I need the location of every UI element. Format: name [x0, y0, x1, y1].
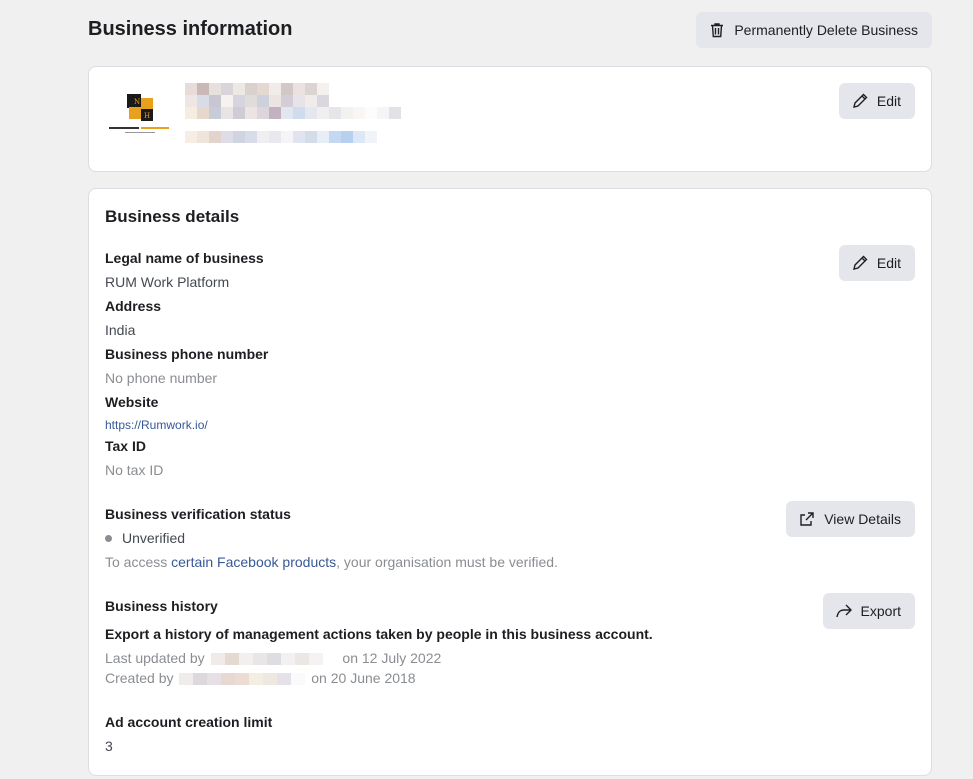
export-label: Export — [860, 603, 901, 619]
last-updated-suffix: on 12 July 2022 — [342, 650, 442, 666]
pencil-icon — [852, 93, 868, 108]
address-label: Address — [105, 298, 162, 314]
ad-account-limit-value: 3 — [105, 738, 113, 754]
website-link[interactable]: https://Rumwork.io/ — [105, 418, 208, 432]
tax-id-label: Tax ID — [105, 438, 146, 454]
facebook-products-link[interactable]: certain Facebook products — [171, 554, 336, 570]
business-profile-card: N H Edit — [88, 66, 932, 172]
page-title: Business information — [88, 18, 293, 40]
website-label: Website — [105, 394, 159, 410]
blurred-business-name-2 — [185, 95, 329, 107]
view-details-button[interactable]: View Details — [786, 501, 915, 537]
verification-note-suffix: , your organisation must be verified. — [336, 554, 558, 570]
permanently-delete-business-button[interactable]: Permanently Delete Business — [696, 12, 932, 48]
delete-button-label: Permanently Delete Business — [734, 22, 918, 38]
business-history-label: Business history — [105, 598, 218, 614]
tax-id-value: No tax ID — [105, 462, 164, 478]
blurred-creator-name — [179, 673, 306, 686]
external-link-icon — [800, 512, 814, 526]
legal-name-value: RUM Work Platform — [105, 274, 230, 290]
blurred-updater-name — [210, 653, 337, 666]
phone-value: No phone number — [105, 370, 218, 386]
ad-account-limit-label: Ad account creation limit — [105, 714, 273, 730]
address-value: India — [105, 322, 136, 338]
last-updated-line: Last updated by on 12 July 2022 — [105, 650, 441, 666]
business-logo: N H — [109, 94, 169, 133]
business-details-card: Business details Edit Legal name of busi… — [88, 188, 932, 776]
section-title: Business details — [105, 207, 240, 226]
edit-profile-button[interactable]: Edit — [838, 83, 915, 119]
blurred-business-name — [185, 83, 329, 95]
verification-status-label: Business verification status — [105, 506, 291, 522]
blurred-business-address — [185, 107, 413, 119]
page-header: Business information Permanently Delete … — [88, 12, 932, 48]
last-updated-prefix: Last updated by — [105, 650, 205, 666]
verification-note: To access certain Facebook products, you… — [105, 554, 558, 570]
created-prefix: Created by — [105, 670, 174, 686]
pencil-icon — [852, 255, 868, 270]
edit-label: Edit — [876, 255, 901, 271]
blurred-business-contact — [185, 131, 401, 143]
export-button[interactable]: Export — [822, 593, 915, 629]
edit-label: Edit — [876, 93, 901, 109]
verification-status: Unverified — [105, 530, 185, 546]
edit-details-button[interactable]: Edit — [838, 245, 915, 281]
created-suffix: on 20 June 2018 — [311, 670, 416, 686]
svg-text:H: H — [144, 112, 150, 120]
status-dot — [105, 534, 112, 542]
created-line: Created by on 20 June 2018 — [105, 670, 416, 686]
svg-text:N: N — [134, 98, 140, 106]
verification-status-value: Unverified — [122, 530, 186, 546]
view-details-label: View Details — [824, 511, 901, 527]
legal-name-label: Legal name of business — [105, 250, 264, 266]
trash-icon — [711, 23, 724, 38]
phone-label: Business phone number — [105, 346, 269, 362]
share-arrow-icon — [835, 604, 852, 618]
business-history-description: Export a history of management actions t… — [105, 626, 653, 642]
verification-note-prefix: To access — [105, 554, 172, 570]
